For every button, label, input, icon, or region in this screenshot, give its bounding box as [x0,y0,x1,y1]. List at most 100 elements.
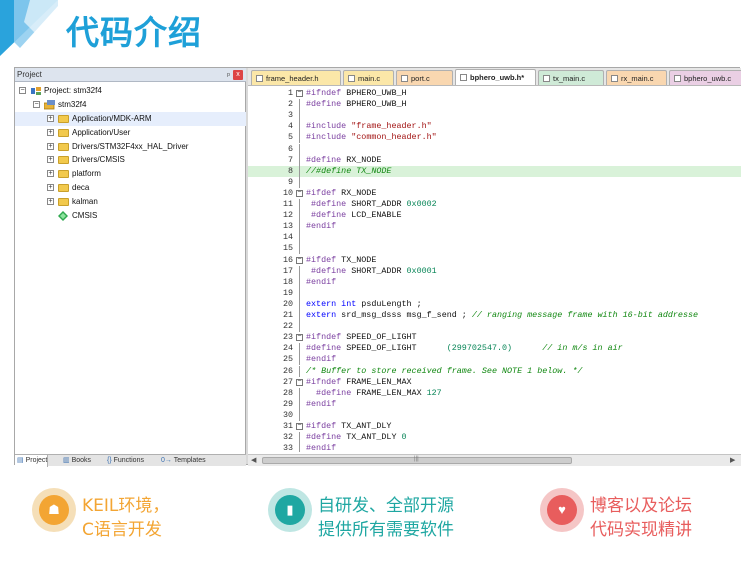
tree-item[interactable]: + kalman [15,195,246,209]
editor-tab[interactable]: bphero_uwb.h* [455,69,536,85]
code-token: 0x0001 [406,265,437,276]
fold-guide [299,221,300,233]
pin-icon[interactable]: ᵖ [227,69,230,83]
tree-expander-icon[interactable]: + [47,184,54,192]
tree-expander-icon[interactable]: + [47,128,54,136]
code-token: #ifdef [306,187,337,198]
tree-item[interactable]: + platform [15,167,246,181]
tree-item[interactable]: + Drivers/CMSIS [15,153,246,167]
code-text: #ifndef BPHERO_UWB_H [306,88,407,99]
code-token: #ifdef [306,254,337,265]
editor-tab[interactable]: tx_main.c [538,70,604,85]
code-token: 0 [401,432,407,443]
tree-item[interactable]: + deca [15,181,246,195]
code-line: 13 #endif [248,221,741,233]
scroll-left-icon[interactable]: ◀ [251,456,256,464]
code-text: #endif [306,399,336,410]
code-line: 33 #endif [248,443,741,452]
tab-functions[interactable]: {} Functions [105,455,144,467]
scroll-right-icon[interactable]: ▶ [730,456,735,464]
code-token: BPHERO_UWB_H [341,99,407,110]
code-text: #define LCD_ENABLE [306,210,402,221]
editor-tab-label: bphero_uwb.h* [470,73,525,82]
feature-badge: ♥ [540,488,584,532]
line-number: 21 [282,310,293,320]
tab-glyph-icon: {} [107,457,114,464]
editor-tab[interactable]: frame_header.h [251,70,341,85]
code-token: SHORT_ADDR [346,199,407,209]
fold-toggle-icon[interactable]: − [296,256,303,264]
tree-expander-icon[interactable]: + [47,170,54,178]
code-token: #define [306,210,347,221]
fold-guide [299,287,300,299]
tree-item[interactable]: + Application/MDK-ARM [15,111,246,126]
tree-item[interactable]: − stm32f4 [15,98,246,112]
horizontal-scrollbar[interactable]: ◀ ||| ▶ [248,454,741,466]
tree-expander-icon[interactable]: + [47,114,54,122]
code-text: #define RX_NODE [306,155,381,166]
code-editor: frame_header.h main.c port.c bphero_uwb.h* t… [248,68,741,466]
tree-expander-icon[interactable]: + [47,142,54,150]
editor-tab[interactable]: rx_main.c [606,70,667,85]
code-text: #define SHORT_ADDR 0x0002 [306,199,437,210]
fold-guide [299,443,300,452]
code-text: #ifdef RX_NODE [306,188,376,199]
feature-line-2: C语言开发 [82,520,162,540]
code-line: 2 #define BPHERO_UWB_H [248,99,741,111]
file-icon [674,75,681,82]
tree-item[interactable]: + Application/User [15,126,246,140]
fold-guide [299,310,300,322]
code-line: 11 #define SHORT_ADDR 0x0002 [248,199,741,211]
editor-tab[interactable]: port.c [396,70,453,85]
code-line: 4 #include "frame_header.h" [248,121,741,133]
tab-label: Templates [173,457,206,464]
line-number: 7 [287,154,293,165]
code-area[interactable]: 1− #ifndef BPHERO_UWB_H 2 #define BPHERO_UW… [248,88,741,452]
tree-item[interactable]: + Drivers/STM32F4xx_HAL_Driver [15,140,246,154]
fold-toggle-icon[interactable]: − [296,378,303,386]
fold-guide [299,276,300,288]
feature-text: 博客以及论坛 代码实现精讲 [590,494,692,542]
tree-expander-icon[interactable]: − [19,87,26,94]
code-token: LCD_ENABLE [346,210,402,221]
code-token: #define [306,343,342,354]
fold-toggle-icon[interactable]: − [296,423,303,430]
editor-tab-label: bphero_uwb.c [684,74,732,83]
code-line: 17 #define SHORT_ADDR 0x0001 [248,265,741,277]
fold-guide [299,132,300,144]
close-pane-button[interactable]: x [233,70,243,80]
code-token: RX_NODE [341,154,382,165]
code-line: 32 #define TX_ANT_DLY 0 [248,432,741,444]
editor-tab[interactable]: main.c [343,70,394,85]
project-pane-header: Project ᵖ x [15,68,246,82]
tree-expander-icon[interactable]: + [47,156,54,164]
tab-books[interactable]: ▥ Books [61,455,91,467]
tab-project[interactable]: ▤ Project [15,455,49,467]
tree-item-label: Application/User [72,127,131,137]
code-token: #endif [306,221,337,232]
code-text: #endif [306,277,336,288]
feature-glyph-icon: ☗ [48,502,60,517]
tree-item[interactable]: − Project: stm32f4 [15,84,246,98]
line-number: 13 [282,221,293,232]
editor-tab[interactable]: bphero_uwb.c [669,70,741,85]
feature-line-1: 博客以及论坛 [590,496,692,516]
tree-expander-icon[interactable]: + [47,198,54,206]
fold-toggle-icon[interactable]: − [296,334,303,342]
fold-toggle-icon[interactable]: − [296,189,303,197]
code-text: extern srd_msg_dsss msg_f_send ; // rang… [306,310,698,321]
fold-guide [299,298,300,310]
code-token: #endif [306,443,337,452]
tree-item[interactable]: CMSIS [15,209,246,223]
line-number: 26 [282,365,293,376]
tab-glyph-icon: 0→ [161,457,174,464]
code-line: 16− #ifdef TX_NODE [248,255,741,266]
tab-templates[interactable]: 0→ Templates [159,455,206,467]
fold-toggle-icon[interactable]: − [296,90,303,97]
code-token: BPHERO_UWB_H [341,88,407,98]
tree-expander-icon[interactable]: − [33,100,40,108]
code-token: // in m/s in air [512,343,623,354]
code-line: 20 extern int psduLength ; [248,298,741,310]
fold-guide [299,199,300,211]
code-token: psduLength ; [356,298,422,309]
